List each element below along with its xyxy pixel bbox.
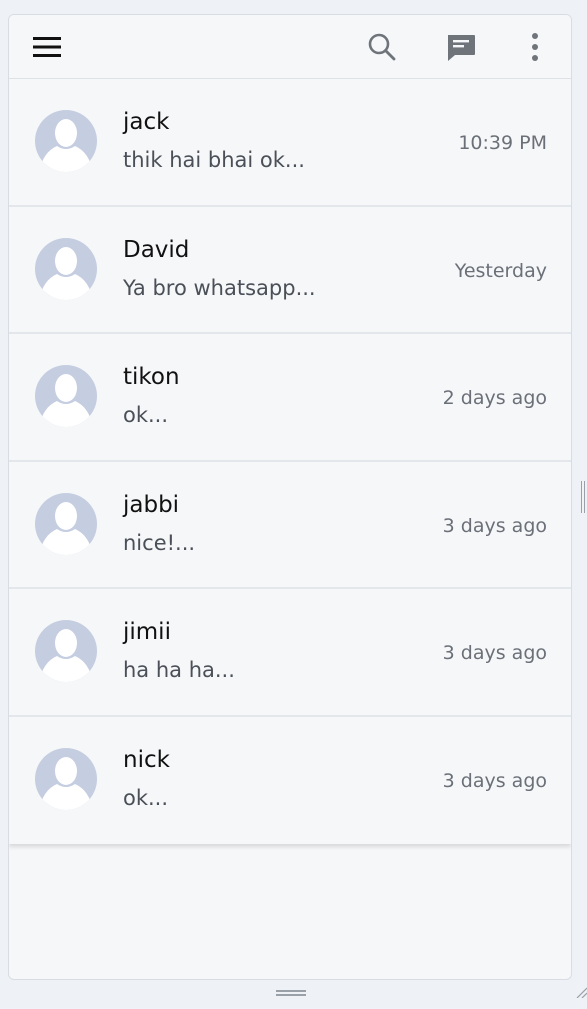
chat-row[interactable]: jimii ha ha ha... 3 days ago: [9, 589, 571, 717]
default-avatar-icon: [35, 747, 97, 810]
default-avatar-icon: [35, 237, 97, 300]
chat-list: jack thik hai bhai ok... 10:39 PM David …: [9, 79, 571, 844]
bottom-resize-grip-icon[interactable]: [276, 988, 306, 998]
chat-row[interactable]: jack thik hai bhai ok... 10:39 PM: [9, 79, 571, 207]
default-avatar-icon: [35, 365, 97, 427]
chat-row[interactable]: David Ya bro whatsapp... Yesterday: [9, 206, 571, 334]
chat-row[interactable]: tikon ok... 2 days ago: [9, 334, 571, 462]
top-toolbar: [9, 15, 571, 79]
message-time: 3 days ago: [442, 769, 547, 792]
message-time: 3 days ago: [442, 514, 547, 537]
new-chat-button[interactable]: [441, 27, 481, 67]
chat-row[interactable]: jabbi nice!... 3 days ago: [9, 461, 571, 589]
default-avatar-icon: [35, 620, 97, 682]
avatar: [35, 492, 97, 555]
app-window: jack thik hai bhai ok... 10:39 PM David …: [8, 14, 572, 980]
chat-row[interactable]: nick ok... 3 days ago: [9, 716, 571, 844]
message-time: Yesterday: [454, 259, 547, 282]
search-icon: [368, 33, 396, 61]
message-preview: ok...: [123, 403, 169, 427]
search-button[interactable]: [362, 27, 402, 67]
message-preview: Ya bro whatsapp...: [123, 275, 316, 300]
menu-icon: [33, 37, 61, 57]
message-time: 2 days ago: [442, 387, 547, 409]
side-resize-handle[interactable]: [581, 481, 585, 513]
message-preview: ok...: [123, 785, 169, 810]
avatar: [35, 620, 97, 682]
message-time: 3 days ago: [442, 642, 547, 664]
default-avatar-icon: [35, 492, 97, 555]
avatar: [35, 110, 97, 172]
menu-button[interactable]: [27, 27, 67, 67]
new-chat-icon: [448, 35, 475, 61]
contact-name: nick: [123, 746, 170, 773]
contact-name: jimii: [123, 619, 171, 645]
message-preview: thik hai bhai ok...: [123, 148, 305, 172]
avatar: [35, 365, 97, 427]
contact-name: jack: [123, 109, 170, 135]
message-time: 10:39 PM: [458, 132, 547, 154]
corner-resize-grip-icon[interactable]: [575, 986, 587, 998]
avatar: [35, 747, 97, 810]
contact-name: David: [123, 236, 190, 263]
more-options-button[interactable]: [515, 27, 555, 67]
avatar: [35, 237, 97, 300]
contact-name: tikon: [123, 364, 180, 390]
contact-name: jabbi: [123, 491, 180, 518]
message-preview: nice!...: [123, 530, 196, 555]
default-avatar-icon: [35, 110, 97, 172]
message-preview: ha ha ha...: [123, 658, 235, 682]
more-vert-icon: [532, 33, 538, 61]
